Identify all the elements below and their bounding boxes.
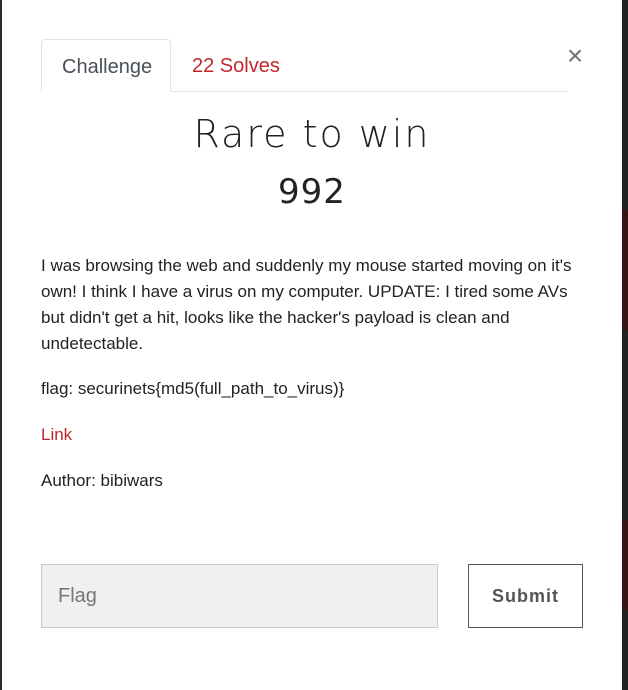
challenge-title: Rare to win <box>193 112 431 156</box>
tab-bar: Challenge 22 Solves <box>41 39 568 92</box>
flag-input[interactable] <box>41 564 438 628</box>
close-icon[interactable]: × <box>564 42 586 70</box>
backdrop-right-edge <box>622 0 628 690</box>
submit-button[interactable]: Submit <box>468 564 583 628</box>
author-text: Author: bibiwars <box>41 471 163 490</box>
backdrop-red-band <box>622 520 628 610</box>
page: Challenge 22 Solves × Rare to win 992 I … <box>0 0 628 690</box>
challenge-modal: Challenge 22 Solves × Rare to win 992 I … <box>2 0 622 690</box>
backdrop-red-band <box>622 210 628 330</box>
challenge-description: I was browsing the web and suddenly my m… <box>41 256 572 353</box>
tab-solves[interactable]: 22 Solves <box>172 39 300 91</box>
challenge-points: 992 <box>278 172 346 212</box>
flag-format-text: flag: securinets{md5(full_path_to_virus)… <box>41 379 345 398</box>
tab-challenge[interactable]: Challenge <box>41 39 171 92</box>
challenge-link[interactable]: Link <box>41 422 72 448</box>
